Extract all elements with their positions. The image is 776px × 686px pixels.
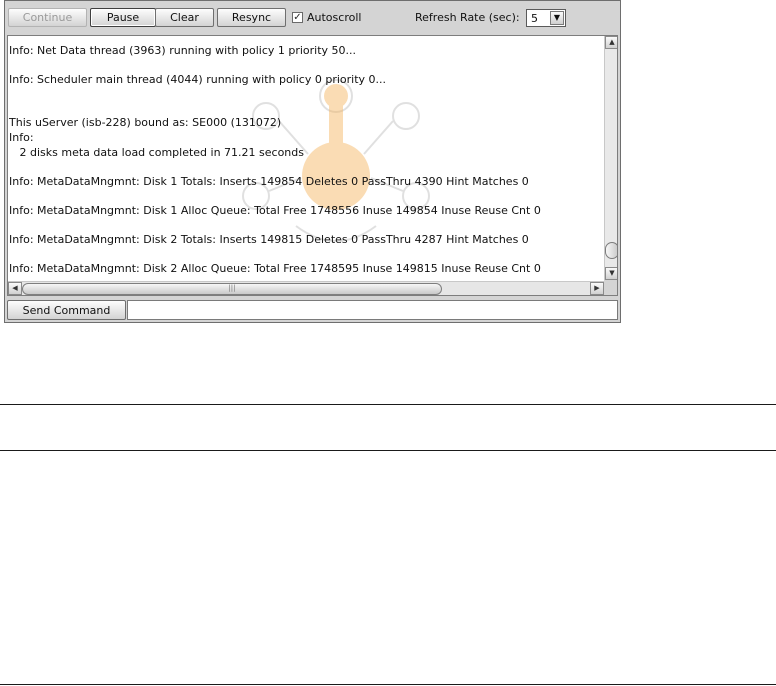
resync-button[interactable]: Resync (217, 8, 286, 27)
horizontal-scrollbar[interactable]: ◀ ||| ▶ (8, 281, 604, 295)
scroll-up-icon[interactable]: ▲ (605, 36, 617, 49)
toolbar: Continue Pause Clear Resync ✓ Autoscroll… (5, 1, 620, 34)
send-command-button[interactable]: Send Command (7, 300, 126, 320)
log-line: 2 disks meta data load completed in 71.2… (9, 146, 304, 159)
dropdown-arrow-icon[interactable]: ▼ (550, 11, 564, 25)
log-line: Info: MetaDataMngmnt: Disk 2 Alloc Queue… (9, 262, 541, 275)
vertical-scrollbar[interactable]: ▲ ▼ (604, 36, 617, 280)
log-line: Info: MetaDataMngmnt: Disk 2 Totals: Ins… (9, 233, 529, 246)
scrollbar-corner (604, 280, 617, 295)
refresh-rate-select[interactable]: 5 ▼ (526, 9, 566, 27)
pause-button[interactable]: Pause (90, 8, 156, 27)
log-output[interactable]: Info: Net Data thread (3963) running wit… (7, 35, 618, 296)
divider-line (0, 450, 776, 451)
clear-button[interactable]: Clear (155, 8, 214, 27)
scroll-left-icon[interactable]: ◀ (8, 282, 22, 295)
log-line: Info: Net Data thread (3963) running wit… (9, 44, 357, 57)
horizontal-scroll-thumb[interactable]: ||| (22, 283, 442, 295)
log-line: Info: Scheduler main thread (4044) runni… (9, 73, 387, 86)
scroll-right-icon[interactable]: ▶ (590, 282, 604, 295)
autoscroll-checkbox[interactable]: ✓ (292, 12, 303, 23)
scroll-down-icon[interactable]: ▼ (605, 267, 617, 280)
watermark-logo-icon (242, 79, 430, 242)
autoscroll-label: Autoscroll (307, 11, 362, 24)
divider-line (0, 404, 776, 405)
vertical-scroll-thumb[interactable] (605, 242, 617, 259)
log-line: Info: MetaDataMngmnt: Disk 1 Totals: Ins… (9, 175, 529, 188)
log-line: This uServer (isb-228) bound as: SE000 (… (9, 116, 282, 129)
refresh-rate-value: 5 (531, 12, 538, 25)
refresh-rate-label: Refresh Rate (sec): (415, 11, 520, 24)
command-input[interactable] (127, 300, 618, 320)
console-panel: Continue Pause Clear Resync ✓ Autoscroll… (4, 0, 621, 323)
log-line: Info: MetaDataMngmnt: Disk 1 Alloc Queue… (9, 204, 541, 217)
divider-line (0, 684, 776, 685)
log-line: Info: (9, 131, 34, 144)
continue-button[interactable]: Continue (8, 8, 87, 27)
